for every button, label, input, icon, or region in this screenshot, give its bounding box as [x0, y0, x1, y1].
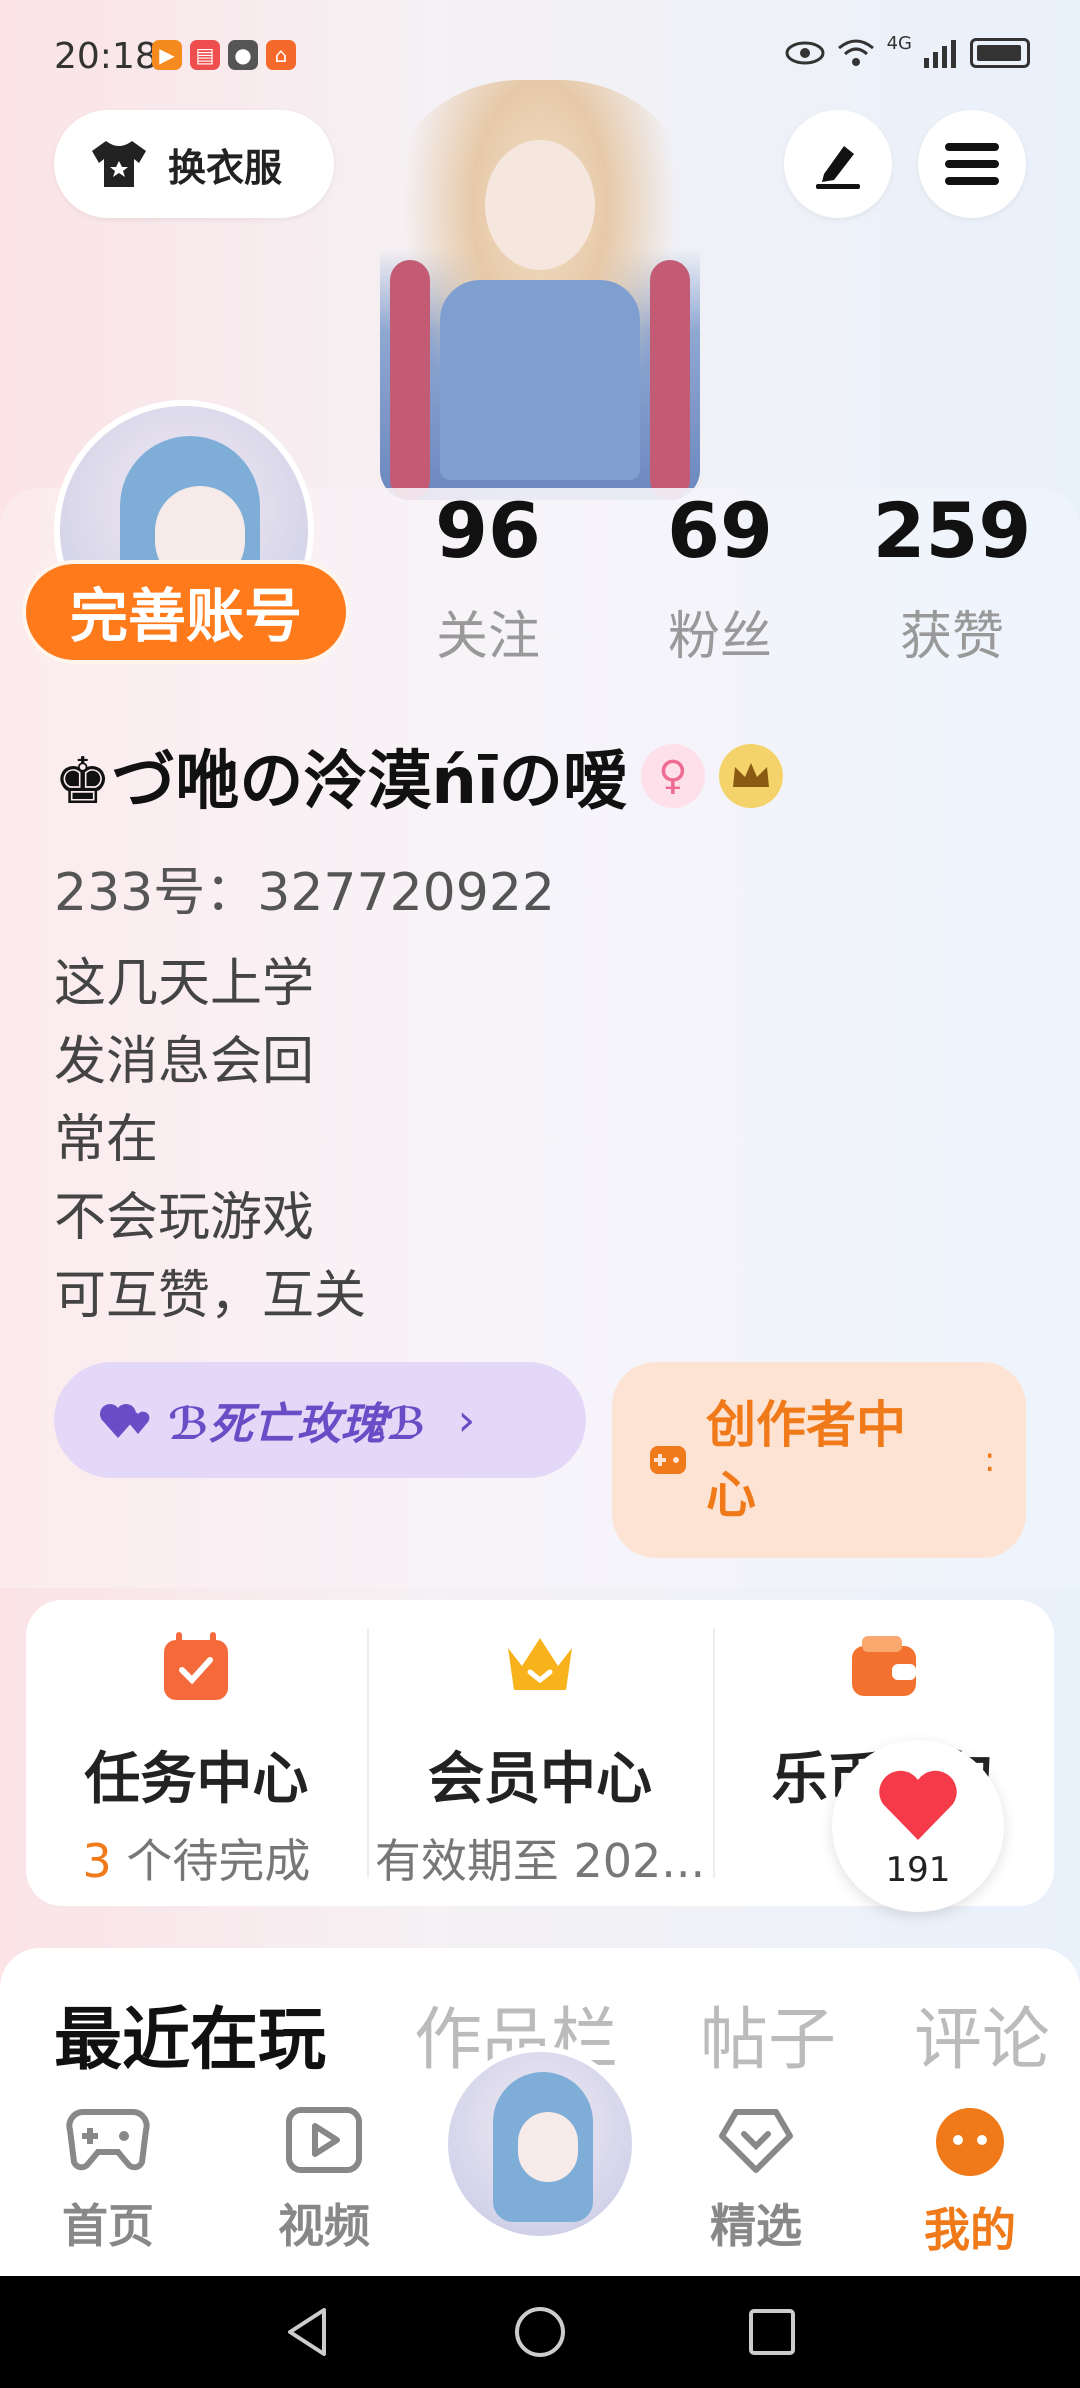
floating-like-button[interactable]: 191 [832, 1740, 1004, 1912]
home-circle-icon[interactable] [512, 2304, 568, 2360]
nav-home[interactable]: 首页 [38, 2106, 178, 2256]
tshirt-icon [92, 141, 146, 187]
heart-diamond-icon [719, 2109, 793, 2173]
heart-icon [879, 1770, 957, 1840]
likes-count: 259 [872, 486, 1032, 575]
likes-label: 获赞 [899, 607, 1004, 667]
battery-icon [970, 38, 1030, 68]
username: ♚づ咃の泠漠ńīの嗳 [54, 745, 627, 819]
nav-video[interactable]: 视频 [254, 2106, 394, 2256]
smile-face-icon [936, 2108, 1004, 2176]
recents-square-icon[interactable] [744, 2304, 800, 2360]
edit-button[interactable] [784, 110, 892, 218]
game-controller-icon [650, 1446, 686, 1474]
wallet-icon [851, 1636, 916, 1696]
pen-icon [816, 146, 860, 189]
nav-featured[interactable]: 精选 [686, 2106, 826, 2256]
bio-line: 发消息会回 [54, 1032, 315, 1092]
bio-line: 这几天上学 [54, 954, 315, 1014]
hamburger-menu-icon [945, 143, 999, 185]
crown-icon [508, 1638, 572, 1690]
nav-mine[interactable]: 我的 [900, 2106, 1040, 2260]
username-row: ♚づ咃の泠漠ńīの嗳 ♀ [54, 730, 783, 822]
followers-count: 69 [667, 486, 773, 575]
vip-center-card[interactable]: 会员中心 有效期至 202... [366, 1600, 713, 1906]
vip-center-title: 会员中心 [428, 1747, 652, 1812]
menu-button[interactable] [918, 110, 1026, 218]
back-icon[interactable] [280, 2304, 336, 2360]
nav-featured-label: 精选 [710, 2199, 802, 2253]
dressup-character[interactable] [380, 80, 700, 500]
complete-account-button[interactable]: 完善账号 [22, 560, 350, 664]
crown-badge-icon[interactable] [718, 744, 783, 808]
tab-recent-play[interactable]: 最近在玩 [54, 1984, 326, 2083]
guild-button[interactable]: ℬ死亡玫瑰ℬ › [54, 1362, 586, 1478]
tab-comments[interactable]: 评论 [914, 1984, 1050, 2083]
double-heart-icon [100, 1404, 150, 1438]
notes-app-icon: ▤ [190, 40, 220, 70]
bio-line: 可互赞，互关 [54, 1266, 367, 1326]
change-clothes-button[interactable]: 换衣服 [54, 110, 334, 218]
likes-stat[interactable]: 259 获赞 [852, 486, 1052, 669]
following-count: 96 [435, 486, 541, 575]
status-indicators: 4G [785, 33, 1030, 68]
wifi-icon [837, 39, 874, 66]
task-center-subtitle: 3 个待完成 [82, 1834, 311, 1888]
following-stat[interactable]: 96 关注 [388, 486, 588, 669]
bio-line: 不会玩游戏 [54, 1188, 315, 1248]
status-time: 20:18 [54, 36, 158, 77]
task-center-card[interactable]: 任务中心 3 个待完成 [26, 1600, 367, 1906]
vip-center-subtitle: 有效期至 202... [374, 1834, 706, 1888]
bio: 这几天上学 发消息会回 常在 不会玩游戏 可互赞，互关 [54, 945, 366, 1335]
status-app-icons: ▶ ▤ ● ⌂ [152, 40, 296, 70]
game-app-icon: ⌂ [266, 40, 296, 70]
chevron-right-icon: › [457, 1394, 476, 1446]
creator-center-button[interactable]: 创作者中心 : [612, 1362, 1026, 1558]
followers-stat[interactable]: 69 粉丝 [620, 486, 820, 669]
calendar-check-icon [164, 1632, 229, 1700]
system-nav-bar [0, 2276, 1080, 2388]
gamepad-icon [66, 2109, 150, 2171]
network-type: 4G [886, 32, 912, 54]
video-app-icon: ▶ [152, 40, 182, 70]
following-label: 关注 [435, 607, 540, 667]
followers-label: 粉丝 [667, 607, 772, 667]
nav-mine-label: 我的 [924, 2203, 1016, 2257]
guild-name: ℬ死亡玫瑰ℬ [168, 1399, 426, 1450]
nav-home-label: 首页 [62, 2199, 154, 2253]
eye-icon [785, 41, 825, 65]
like-count: 191 [885, 1850, 951, 1890]
more-dots-icon: : [984, 1440, 996, 1480]
creator-center-label: 创作者中心 [706, 1396, 906, 1524]
gender-female-icon: ♀ [640, 744, 705, 808]
change-clothes-label: 换衣服 [168, 145, 283, 190]
user-id: 233号：327720922 [54, 863, 556, 923]
task-center-title: 任务中心 [84, 1747, 309, 1812]
video-play-icon [286, 2107, 362, 2173]
nav-center-avatar[interactable] [442, 2046, 638, 2242]
bio-line: 常在 [54, 1110, 159, 1170]
tab-posts[interactable]: 帖子 [700, 1984, 836, 2083]
signal-icon [924, 40, 956, 68]
wechat-icon: ● [228, 40, 258, 70]
nav-video-label: 视频 [278, 2199, 370, 2253]
